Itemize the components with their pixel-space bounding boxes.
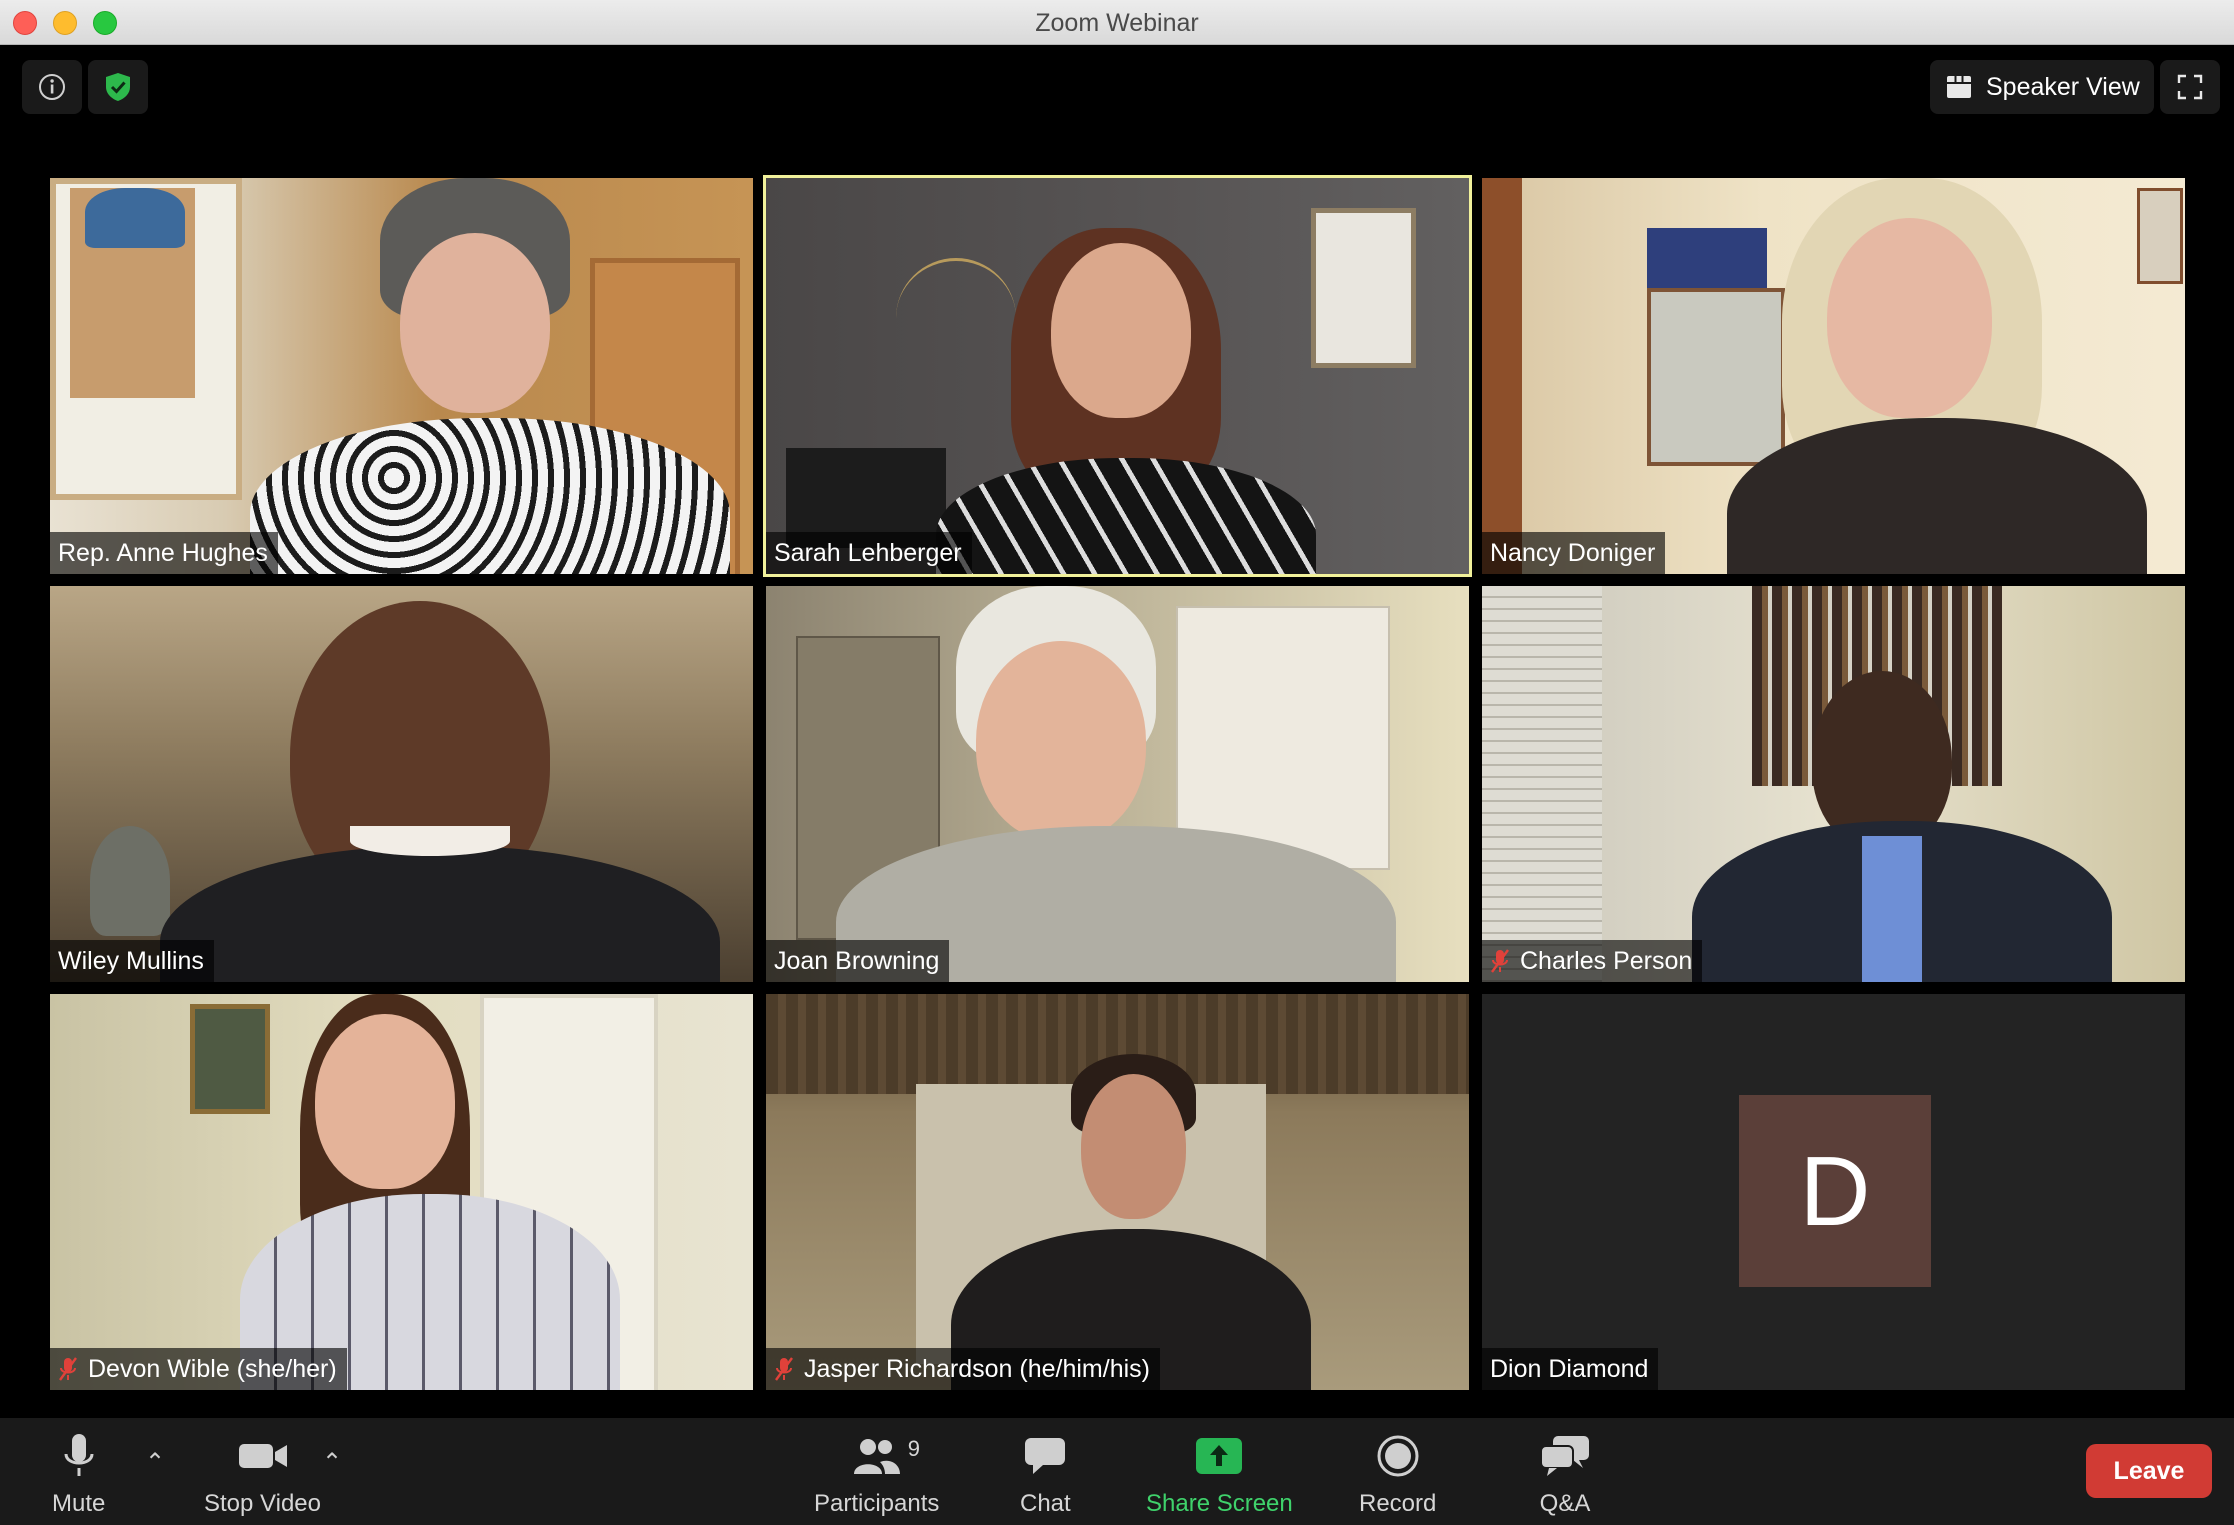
muted-mic-icon [774,1356,794,1382]
chat-button[interactable]: Chat [1020,1430,1071,1518]
participant-name: Nancy Doniger [1490,538,1656,567]
info-icon [39,74,65,100]
participant-name: Joan Browning [774,946,940,975]
video-tile-joan-browning[interactable]: Joan Browning [766,586,1469,982]
participant-name-tag: Rep. Anne Hughes [50,532,278,574]
chat-bubble-icon [1025,1438,1066,1474]
video-grid: Rep. Anne Hughes Sarah Lehberger Nancy D… [50,175,2185,1391]
speaker-view-label: Speaker View [1986,72,2140,101]
participant-name: Charles Person [1520,946,1693,975]
speaker-view-button[interactable]: Speaker View [1930,60,2154,114]
window-title: Zoom Webinar [1035,9,1199,37]
leave-button[interactable]: Leave [2086,1444,2212,1498]
fullscreen-icon [2177,74,2203,100]
mute-button[interactable]: Mute [52,1430,105,1518]
title-bar: Zoom Webinar [0,0,2234,45]
participant-name-tag: Charles Person [1482,940,1703,982]
participant-name-tag: Nancy Doniger [1482,532,1666,574]
share-screen-label: Share Screen [1146,1490,1293,1517]
participant-name: Rep. Anne Hughes [58,538,268,567]
participant-name-tag: Joan Browning [766,940,950,982]
grid-view-icon [1947,76,1971,98]
record-icon [1377,1435,1419,1477]
muted-mic-icon [1490,948,1510,974]
muted-mic-icon [58,1356,78,1382]
encryption-button[interactable] [88,60,148,114]
avatar: D [1739,1095,1931,1287]
mute-label: Mute [52,1490,106,1517]
participant-name: Dion Diamond [1490,1354,1649,1383]
fullscreen-button[interactable] [2160,60,2220,114]
participant-count: 9 [907,1436,920,1461]
meeting-toolbar: Mute ⌃ Stop Video ⌃ 9 Participants Chat … [0,1418,2234,1525]
record-label: Record [1359,1490,1437,1517]
participants-button[interactable]: 9 Participants [814,1430,939,1518]
chat-label: Chat [1020,1490,1071,1517]
stop-video-button[interactable]: Stop Video [204,1430,321,1518]
participant-name-tag: Wiley Mullins [50,940,214,982]
participants-label: Participants [814,1490,940,1517]
share-screen-icon [1196,1438,1243,1474]
participants-icon [853,1439,900,1474]
video-tile-jasper-richardson[interactable]: Jasper Richardson (he/him/his) [766,994,1469,1390]
participant-name-tag: Sarah Lehberger [766,532,972,574]
qa-icon [1540,1436,1589,1476]
video-tile-charles-person[interactable]: Charles Person [1482,586,2185,982]
video-options-caret[interactable]: ⌃ [322,1448,342,1477]
qa-label: Q&A [1539,1490,1591,1517]
participant-name-tag: Dion Diamond [1482,1348,1659,1390]
participant-name: Sarah Lehberger [774,538,962,567]
video-camera-icon [238,1444,287,1468]
video-tile-wiley-mullins[interactable]: Wiley Mullins [50,586,753,982]
video-tile-sarah-lehberger[interactable]: Sarah Lehberger [763,175,1472,577]
meeting-info-button[interactable] [22,60,82,114]
shield-check-icon [106,73,130,101]
microphone-icon [64,1434,94,1476]
share-screen-button[interactable]: Share Screen [1146,1430,1293,1518]
stop-video-label: Stop Video [204,1490,321,1517]
qa-button[interactable]: Q&A [1539,1430,1591,1518]
video-tile-anne-hughes[interactable]: Rep. Anne Hughes [50,178,753,574]
video-tile-dion-diamond[interactable]: D Dion Diamond [1482,994,2185,1390]
participant-name: Jasper Richardson (he/him/his) [804,1354,1150,1383]
participant-name: Wiley Mullins [58,946,204,975]
participant-name-tag: Devon Wible (she/her) [50,1348,347,1390]
video-tile-devon-wible[interactable]: Devon Wible (she/her) [50,994,753,1390]
record-button[interactable]: Record [1359,1430,1436,1518]
participant-name: Devon Wible (she/her) [88,1354,337,1383]
audio-options-caret[interactable]: ⌃ [145,1448,165,1477]
zoom-window: Zoom Webinar Speaker View Rep. Anne Hugh… [0,0,2234,1525]
video-tile-nancy-doniger[interactable]: Nancy Doniger [1482,178,2185,574]
participant-name-tag: Jasper Richardson (he/him/his) [766,1348,1160,1390]
